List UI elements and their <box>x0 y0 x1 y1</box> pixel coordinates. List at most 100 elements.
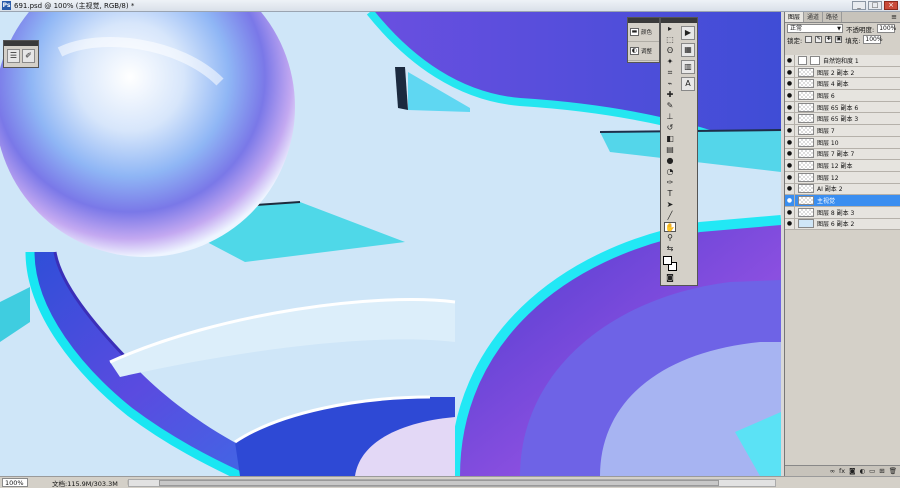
visibility-eye-icon[interactable]: ● <box>785 55 795 66</box>
gradient-tool-icon[interactable]: ▤ <box>664 145 676 155</box>
fill-input[interactable]: 100% <box>863 35 883 44</box>
shape-tool-icon[interactable]: ╱ <box>664 211 676 221</box>
layer-row[interactable]: ● 图层 7 <box>785 125 900 137</box>
hand-tool-icon[interactable]: ✋ <box>664 222 676 232</box>
layer-style-icon[interactable]: fx <box>839 467 845 475</box>
foreground-color-swatch[interactable] <box>663 256 672 265</box>
lock-label: 锁定: <box>787 36 803 45</box>
brush-tool-icon[interactable]: ✎ <box>664 101 676 111</box>
layer-row[interactable]: ● 图层 2 副本 2 <box>785 66 900 79</box>
zoom-tool-icon[interactable]: ⚲ <box>664 233 676 243</box>
history-brush-icon[interactable]: ↺ <box>664 123 676 133</box>
layer-row[interactable]: ● 图层 10 <box>785 136 900 149</box>
color-panel-button[interactable]: ▬ 颜色 <box>628 23 659 42</box>
layer-row[interactable]: ● AI 副本 2 <box>785 183 900 196</box>
pen-tool-icon[interactable]: ✑ <box>664 178 676 188</box>
visibility-eye-icon[interactable]: ● <box>785 183 795 195</box>
visibility-eye-icon[interactable]: ● <box>785 160 795 171</box>
default-colors-icon[interactable]: ⇆ <box>664 244 676 254</box>
opacity-label: 不透明度: <box>846 25 875 34</box>
title-bar: Ps 691.psd @ 100% (主视觉, RGB/8) * _ □ × <box>0 0 900 12</box>
visibility-eye-icon[interactable]: ● <box>785 136 795 148</box>
eyedropper-icon[interactable]: ⌁ <box>664 79 676 89</box>
healing-brush-icon[interactable]: ✚ <box>664 90 676 100</box>
layer-thumbnail <box>798 184 814 194</box>
tab-layers[interactable]: 图层 <box>785 12 805 22</box>
history-panel-icon[interactable]: ▦ <box>681 43 695 57</box>
new-adjustment-icon[interactable]: ◐ <box>859 467 865 475</box>
layer-row[interactable]: ● 图层 65 副本 3 <box>785 113 900 126</box>
opacity-input[interactable]: 100% <box>877 24 896 33</box>
eraser-icon[interactable]: ◧ <box>664 134 676 144</box>
sliders-icon[interactable]: ☰ <box>7 49 20 63</box>
new-layer-icon[interactable]: ⊞ <box>879 467 884 475</box>
lock-position-icon[interactable]: ✚ <box>825 36 833 43</box>
move-tool-icon[interactable]: ▸ <box>664 24 676 34</box>
color-swatches[interactable] <box>663 256 677 272</box>
tools-panel: ▸ ⬚ ʘ ✦ ⌗ ⌁ ✚ ✎ ⊥ ↺ ◧ ▤ ● ◔ ✑ T ➤ ╱ ✋ ⚲ <box>660 17 698 286</box>
tab-channels[interactable]: 通道 <box>804 12 824 22</box>
horizontal-scrollbar[interactable] <box>128 479 776 487</box>
adjustments-panel: ▬ 颜色 ◐ 调整 <box>627 17 660 63</box>
layer-row[interactable]: ● 图层 7 副本 7 <box>785 148 900 161</box>
layers-panel-footer: ∞ fx ◙ ◐ ▭ ⊞ 🗑 <box>785 465 900 476</box>
magic-wand-icon[interactable]: ✦ <box>664 57 676 67</box>
type-tool-icon[interactable]: T <box>664 189 676 199</box>
layer-name: 图层 6 <box>817 92 835 100</box>
layer-name: 图层 7 副本 7 <box>817 151 855 159</box>
brush-tool-icon[interactable]: ✐ <box>22 49 35 63</box>
visibility-eye-icon[interactable]: ● <box>785 101 795 113</box>
path-selection-icon[interactable]: ➤ <box>664 200 676 210</box>
add-mask-icon[interactable]: ◙ <box>849 467 855 475</box>
link-layers-icon[interactable]: ∞ <box>830 467 835 475</box>
layer-thumbnail <box>798 207 814 217</box>
layer-row[interactable]: ● 图层 65 副本 6 <box>785 101 900 114</box>
lasso-tool-icon[interactable]: ʘ <box>664 46 676 56</box>
layer-row[interactable]: ● 图层 4 副本 <box>785 78 900 91</box>
layer-row[interactable]: ● 图层 6 <box>785 90 900 102</box>
layer-row-selected[interactable]: ● 主视觉 <box>785 195 900 207</box>
trash-icon[interactable]: 🗑 <box>889 467 897 475</box>
layer-row[interactable]: ● 图层 12 <box>785 171 900 184</box>
visibility-eye-icon[interactable]: ● <box>785 113 795 125</box>
scrollbar-thumb[interactable] <box>159 480 719 486</box>
close-button[interactable]: × <box>884 1 898 10</box>
visibility-eye-icon[interactable]: ● <box>785 171 795 183</box>
maximize-button[interactable]: □ <box>868 1 882 10</box>
tab-paths[interactable]: 路径 <box>823 12 843 22</box>
layer-thumbnail <box>798 161 814 171</box>
visibility-eye-icon[interactable]: ● <box>785 90 795 101</box>
new-group-icon[interactable]: ▭ <box>869 467 875 475</box>
visibility-eye-icon[interactable]: ● <box>785 195 795 206</box>
blur-tool-icon[interactable]: ● <box>664 156 676 166</box>
lock-transparency-icon[interactable] <box>805 36 813 43</box>
visibility-eye-icon[interactable]: ● <box>785 218 795 230</box>
visibility-eye-icon[interactable]: ● <box>785 66 795 78</box>
crop-tool-icon[interactable]: ⌗ <box>664 68 676 78</box>
layer-row[interactable]: ● 自然饱和度 1 <box>785 55 900 67</box>
character-panel-icon[interactable]: A <box>681 77 695 91</box>
dodge-tool-icon[interactable]: ◔ <box>664 167 676 177</box>
lock-pixels-icon[interactable]: ✎ <box>815 36 823 43</box>
layer-row[interactable]: ● 图层 12 副本 <box>785 160 900 172</box>
quick-mask-icon[interactable]: ◙ <box>664 273 676 283</box>
visibility-eye-icon[interactable]: ● <box>785 148 795 160</box>
visibility-eye-icon[interactable]: ● <box>785 206 795 218</box>
layer-row[interactable]: ● 图层 8 副本 3 <box>785 206 900 219</box>
adjust-panel-button[interactable]: ◐ 调整 <box>628 42 659 61</box>
visibility-eye-icon[interactable]: ● <box>785 125 795 136</box>
zoom-level-input[interactable]: 100% <box>2 478 28 487</box>
layer-thumbnail <box>798 149 814 159</box>
panel-menu-icon[interactable]: ≡ <box>888 12 900 22</box>
layers-panel: 图层 通道 路径 ≡ 正常 ▼ 不透明度: 100% 锁定: ✎ ✚ ▣ 填充:… <box>784 12 900 476</box>
lock-all-icon[interactable]: ▣ <box>835 36 843 43</box>
lock-row: 锁定: ✎ ✚ ▣ 填充: 100% <box>785 34 900 45</box>
actions-panel-icon[interactable]: ▶ <box>681 26 695 40</box>
clone-stamp-icon[interactable]: ⊥ <box>664 112 676 122</box>
swatches-panel-icon[interactable]: ▥ <box>681 60 695 74</box>
blend-mode-select[interactable]: 正常 ▼ <box>787 24 843 33</box>
minimize-button[interactable]: _ <box>852 1 866 10</box>
visibility-eye-icon[interactable]: ● <box>785 78 795 90</box>
marquee-tool-icon[interactable]: ⬚ <box>664 35 676 45</box>
layer-row[interactable]: ● 图层 6 副本 2 <box>785 218 900 231</box>
